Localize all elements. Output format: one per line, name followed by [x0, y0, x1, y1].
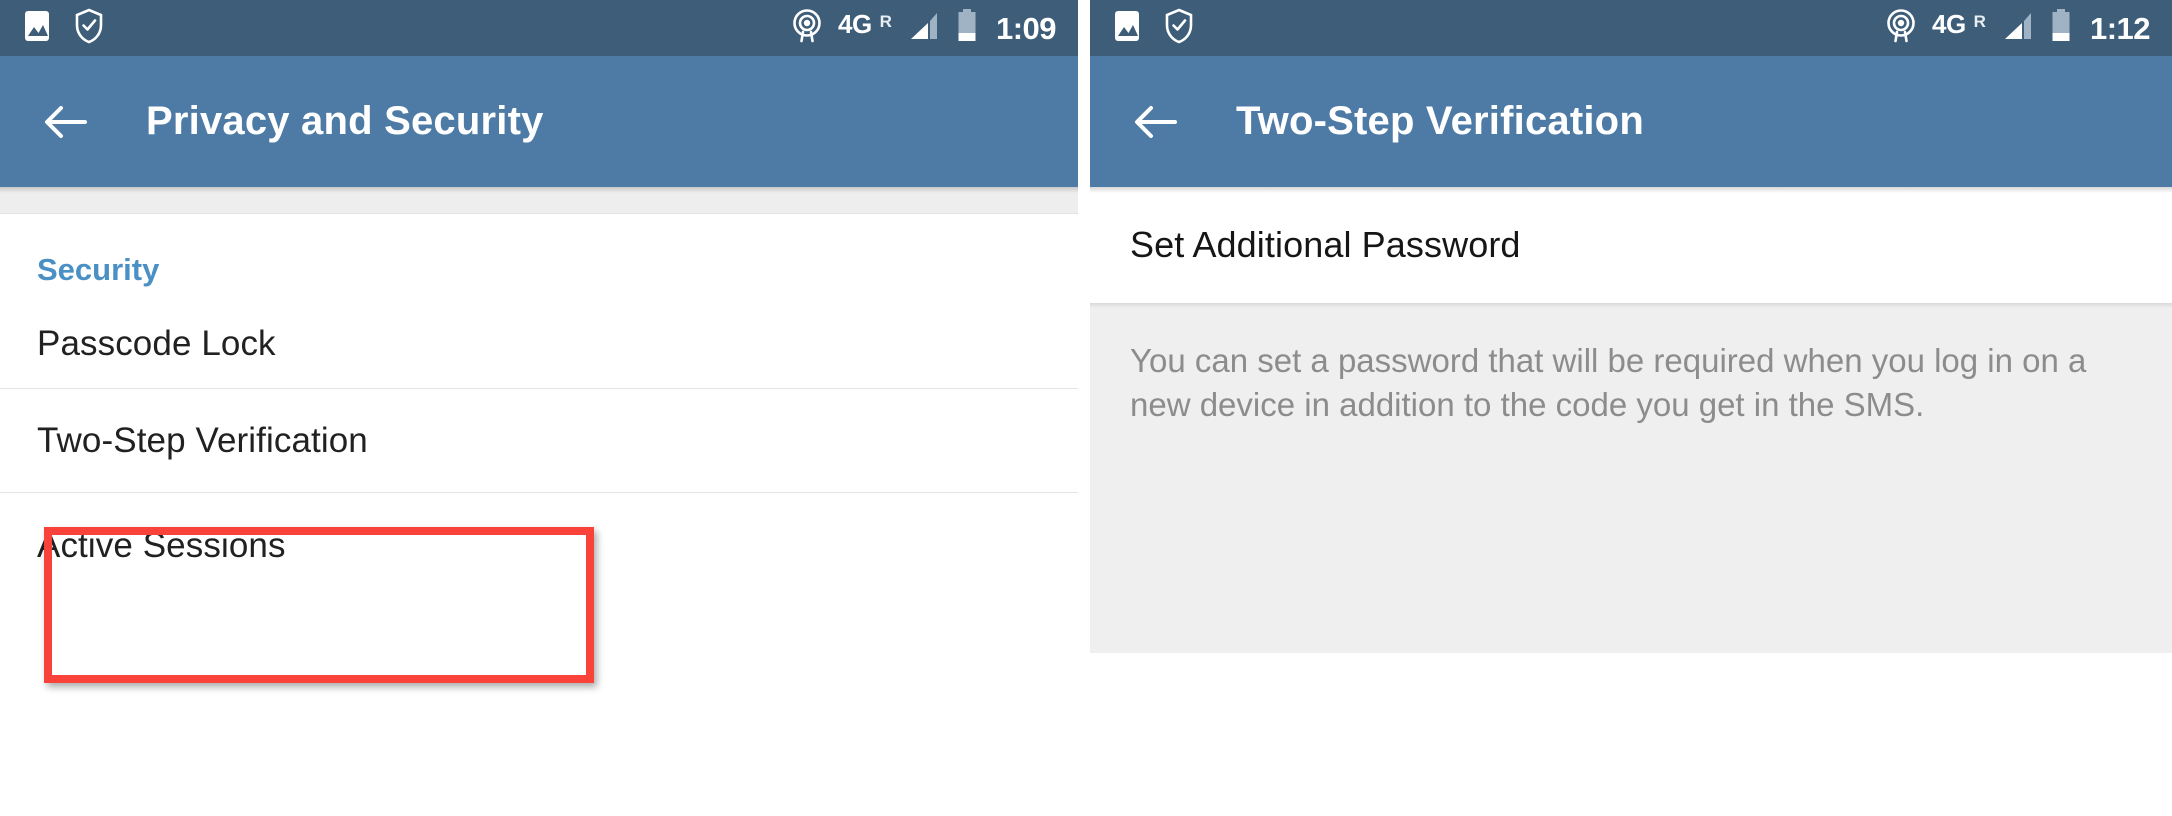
- right-screenshot-panel: 4G R 1:12 Two-Step Verification Set Addi…: [1090, 0, 2172, 816]
- back-arrow-icon[interactable]: [40, 96, 92, 148]
- status-bar-left-icons: [1112, 8, 1194, 49]
- shield-check-icon: [1164, 8, 1194, 49]
- status-bar-right-icons: 4G R 1:09: [790, 8, 1057, 49]
- signal-triangle-icon: [2000, 8, 2036, 49]
- list-item-set-additional-password[interactable]: Set Additional Password: [1090, 187, 2172, 303]
- list-item-label: Two-Step Verification: [37, 421, 368, 460]
- right-status-bar: 4G R 1:12: [1090, 0, 2172, 56]
- list-item-active-sessions[interactable]: Active Sessions: [0, 493, 1078, 597]
- list-item-label: Set Additional Password: [1130, 224, 1521, 265]
- network-type-label: 4G: [837, 9, 872, 39]
- roaming-indicator-label: R: [1973, 11, 1986, 31]
- left-status-bar: 4G R 1:09: [0, 0, 1078, 56]
- roaming-indicator-label: R: [879, 11, 892, 31]
- signal-triangle-icon: [906, 8, 942, 49]
- right-app-bar: Two-Step Verification: [1090, 56, 2172, 193]
- list-item-two-step-verification[interactable]: Two-Step Verification: [0, 389, 1078, 493]
- page-title: Two-Step Verification: [1236, 99, 1644, 143]
- shield-check-icon: [74, 8, 104, 49]
- description-text: You can set a password that will be requ…: [1130, 342, 2087, 423]
- description-section: You can set a password that will be requ…: [1090, 303, 2172, 653]
- hotspot-icon: [790, 8, 824, 49]
- clock-label: 1:12: [2089, 10, 2151, 46]
- battery-icon: [2050, 8, 2072, 49]
- list-item-label: Passcode Lock: [37, 324, 276, 363]
- battery-icon: [956, 8, 978, 49]
- hotspot-icon: [1884, 8, 1918, 49]
- section-header-security: Security: [37, 252, 160, 287]
- status-bar-right-icons: 4G R 1:12: [1884, 8, 2151, 49]
- clock-label: 1:09: [995, 10, 1057, 46]
- network-type-label: 4G: [1931, 9, 1966, 39]
- left-app-bar: Privacy and Security: [0, 56, 1078, 193]
- list-item-label: Active Sessions: [37, 525, 286, 565]
- back-arrow-icon[interactable]: [1130, 96, 1182, 148]
- photo-icon: [1112, 9, 1142, 48]
- list-item-passcode-lock[interactable]: Passcode Lock: [0, 285, 1078, 389]
- left-screenshot-panel: 4G R 1:09 Privacy and Security Security: [0, 0, 1078, 816]
- photo-icon: [22, 9, 52, 48]
- screenshot-root: 4G R 1:09 Privacy and Security Security: [0, 0, 2172, 816]
- page-title: Privacy and Security: [146, 99, 544, 143]
- status-bar-left-icons: [22, 8, 104, 49]
- settings-list: Security Passcode Lock Two-Step Verifica…: [0, 214, 1078, 597]
